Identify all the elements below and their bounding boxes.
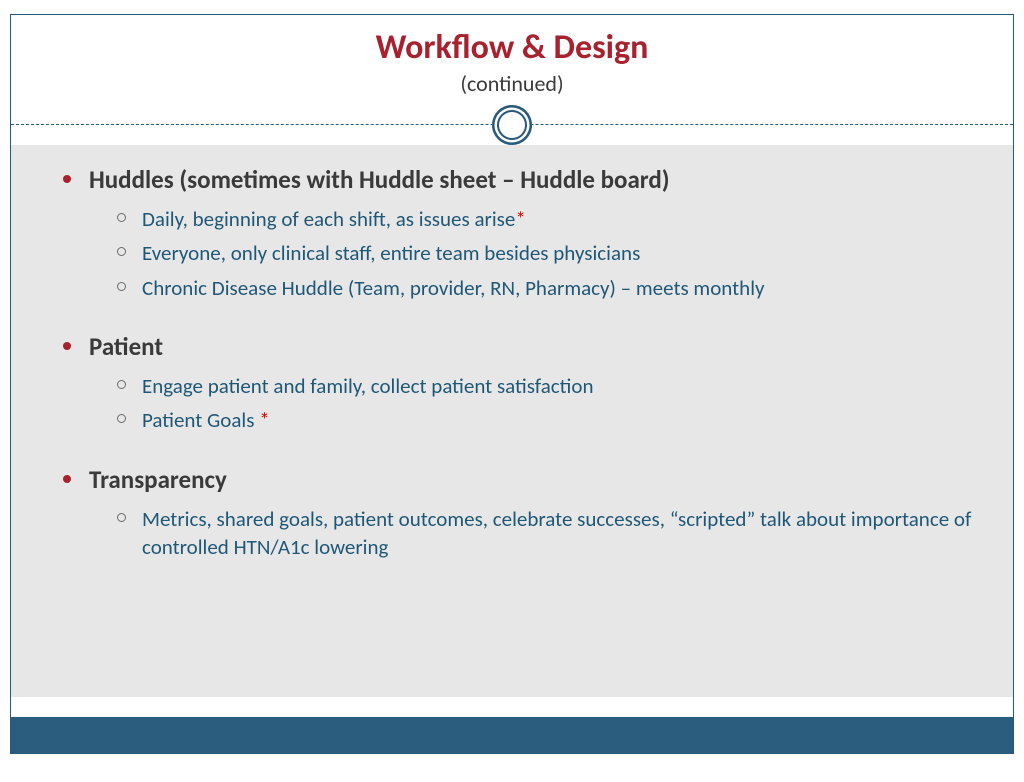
sub-list: Engage patient and family, collect patie… (117, 372, 973, 435)
section-header: Transparency (63, 465, 973, 495)
item-text: Metrics, shared goals, patient outcomes,… (142, 505, 973, 562)
item-text: Chronic Disease Huddle (Team, provider, … (142, 274, 765, 302)
section: Patient Engage patient and family, colle… (63, 332, 973, 435)
header: Workflow & Design (continued) (11, 15, 1013, 105)
bullet-circle-icon (117, 247, 126, 256)
section: Huddles (sometimes with Huddle sheet – H… (63, 165, 973, 302)
asterisk-icon: * (259, 407, 269, 433)
section-title: Huddles (sometimes with Huddle sheet – H… (89, 165, 670, 195)
item-text: Engage patient and family, collect patie… (142, 372, 594, 400)
bullet-circle-icon (117, 513, 126, 522)
item-text: Daily, beginning of each shift, as issue… (142, 205, 526, 233)
bullet-circle-icon (117, 414, 126, 423)
footer-bar (11, 717, 1013, 753)
divider (11, 105, 1013, 145)
bullet-disc-icon (63, 175, 71, 183)
slide-frame: Workflow & Design (continued) Huddles (s… (10, 14, 1014, 754)
slide-title: Workflow & Design (11, 27, 1013, 68)
asterisk-icon: * (515, 206, 525, 232)
ring-icon (492, 105, 532, 145)
list-item: Daily, beginning of each shift, as issue… (117, 205, 973, 233)
section: Transparency Metrics, shared goals, pati… (63, 465, 973, 562)
bullet-circle-icon (117, 213, 126, 222)
item-text: Patient Goals * (142, 406, 270, 434)
list-item: Metrics, shared goals, patient outcomes,… (117, 505, 973, 562)
section-title: Transparency (89, 465, 227, 495)
slide-subtitle: (continued) (11, 70, 1013, 97)
bullet-disc-icon (63, 342, 71, 350)
list-item: Everyone, only clinical staff, entire te… (117, 239, 973, 267)
sub-list: Metrics, shared goals, patient outcomes,… (117, 505, 973, 562)
list-item: Engage patient and family, collect patie… (117, 372, 973, 400)
content-area: Huddles (sometimes with Huddle sheet – H… (11, 145, 1013, 697)
section-header: Huddles (sometimes with Huddle sheet – H… (63, 165, 973, 195)
sub-list: Daily, beginning of each shift, as issue… (117, 205, 973, 302)
item-text: Everyone, only clinical staff, entire te… (142, 239, 640, 267)
section-header: Patient (63, 332, 973, 362)
list-item: Patient Goals * (117, 406, 973, 434)
bullet-disc-icon (63, 475, 71, 483)
list-item: Chronic Disease Huddle (Team, provider, … (117, 274, 973, 302)
bullet-circle-icon (117, 380, 126, 389)
bullet-circle-icon (117, 282, 126, 291)
section-title: Patient (89, 332, 163, 362)
